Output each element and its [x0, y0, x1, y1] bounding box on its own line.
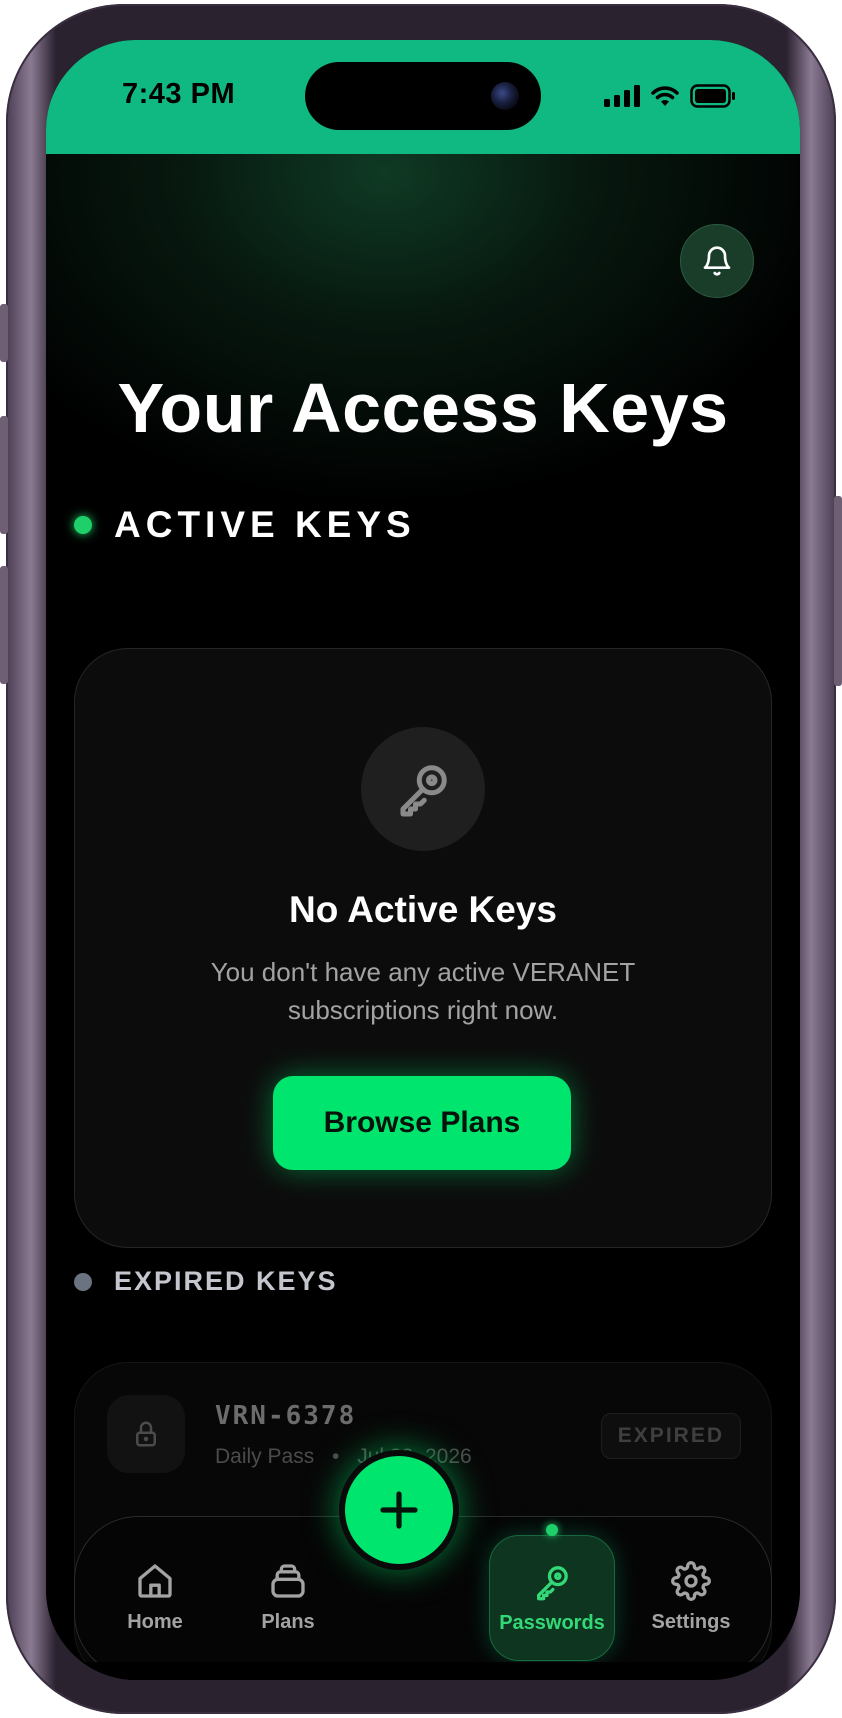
status-bar: 7:43 PM	[46, 40, 800, 154]
nav-home[interactable]: Home	[95, 1517, 215, 1677]
signal-icon	[604, 85, 640, 107]
power-button	[834, 496, 842, 686]
nav-plans[interactable]: Plans	[228, 1517, 348, 1677]
wifi-icon	[651, 86, 679, 106]
add-button[interactable]	[339, 1450, 459, 1570]
nav-plans-label: Plans	[261, 1610, 315, 1633]
phone-screen: 7:43 PM Your Access Keys ACTIVE KEYS No …	[46, 40, 800, 1680]
bell-icon	[703, 246, 731, 276]
stack-icon	[271, 1563, 305, 1598]
key-icon	[537, 1565, 568, 1600]
nav-active-indicator	[546, 1524, 558, 1536]
page-title: Your Access Keys	[117, 369, 729, 447]
dynamic-island	[305, 62, 541, 130]
status-badge: EXPIRED	[600, 1413, 741, 1459]
meta-separator: •	[332, 1445, 340, 1468]
nav-home-label: Home	[127, 1610, 183, 1633]
key-icon-badge	[361, 727, 485, 851]
empty-state-title: No Active Keys	[288, 889, 557, 930]
volume-down-button	[0, 566, 8, 684]
action-button	[0, 304, 8, 362]
empty-state-description: You don't have any active VERANET subscr…	[210, 957, 636, 1025]
gear-icon	[671, 1560, 711, 1601]
active-status-dot	[74, 516, 92, 534]
browse-plans-button[interactable]: Browse Plans	[273, 1076, 571, 1170]
active-keys-heading: ACTIVE KEYS	[114, 504, 416, 545]
key-code: VRN-6378	[215, 1401, 357, 1431]
lock-icon-tile	[107, 1395, 185, 1473]
lock-icon	[136, 1421, 156, 1447]
home-indicator-area	[46, 1662, 800, 1680]
nav-passwords[interactable]: Passwords	[489, 1524, 615, 1661]
key-icon	[400, 765, 447, 817]
status-icons	[604, 84, 736, 108]
plus-icon	[380, 1491, 418, 1529]
nav-settings-label: Settings	[651, 1610, 731, 1633]
expired-keys-header: EXPIRED KEYS	[74, 1266, 338, 1297]
expired-status-dot	[74, 1272, 92, 1291]
status-time: 7:43 PM	[122, 78, 236, 110]
nav-settings[interactable]: Settings	[631, 1517, 751, 1677]
expired-keys-heading: EXPIRED KEYS	[114, 1266, 338, 1296]
notifications-button[interactable]	[680, 224, 754, 298]
main-content: Your Access Keys ACTIVE KEYS No Active K…	[46, 154, 800, 1680]
battery-icon	[690, 84, 735, 108]
camera-icon	[491, 82, 519, 110]
nav-passwords-label: Passwords	[499, 1611, 605, 1634]
key-plan: Daily Pass	[215, 1445, 315, 1468]
active-keys-header: ACTIVE KEYS	[74, 504, 416, 546]
volume-up-button	[0, 416, 8, 534]
home-icon	[138, 1563, 172, 1598]
empty-state-card: No Active Keys You don't have any active…	[74, 648, 772, 1248]
